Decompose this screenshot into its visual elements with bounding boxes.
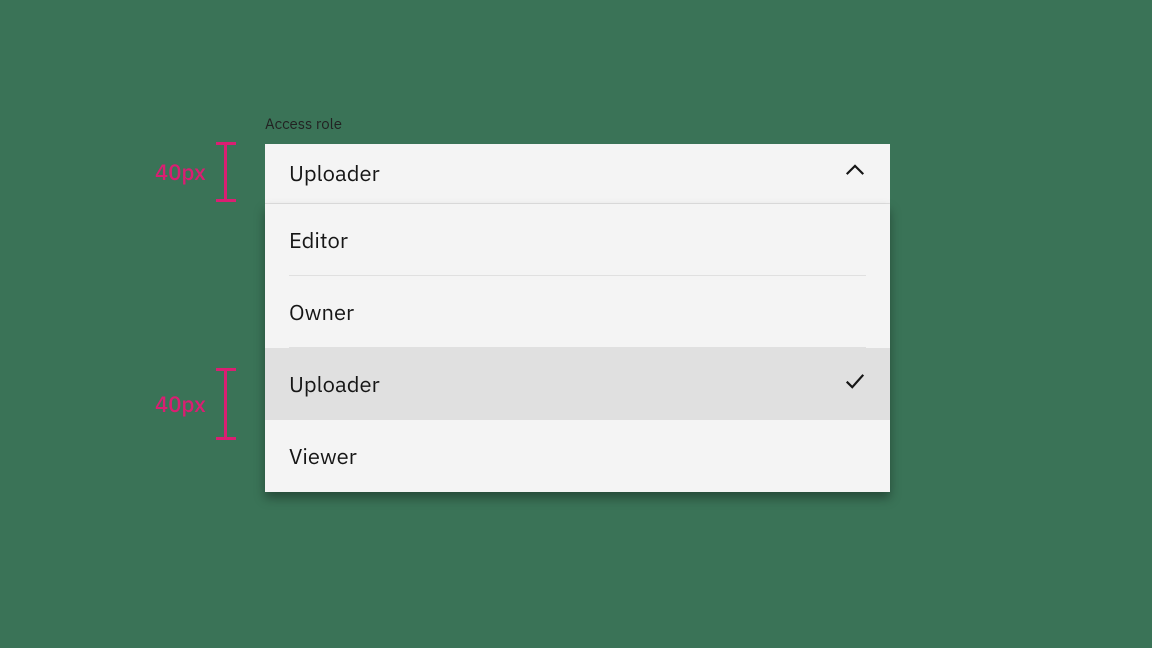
field-label: Access role <box>265 115 890 134</box>
dropdown-spec: Access role Uploader Editor Owner Upload… <box>265 115 890 492</box>
measurement-bracket-icon <box>216 368 236 440</box>
access-role-dropdown: Uploader Editor Owner Uploader Viewer <box>265 144 890 492</box>
dropdown-toggle[interactable]: Uploader <box>265 144 890 204</box>
option-label: Viewer <box>289 442 357 471</box>
measurement-toggle-height: 40px <box>155 142 236 202</box>
option-label: Owner <box>289 298 354 327</box>
measurement-label: 40px <box>155 390 206 419</box>
measurement-bracket-icon <box>216 142 236 202</box>
measurement-label: 40px <box>155 158 206 187</box>
dropdown-menu: Editor Owner Uploader Viewer <box>265 204 890 492</box>
dropdown-selected-value: Uploader <box>289 159 380 188</box>
measurement-option-height: 40px <box>155 368 236 440</box>
dropdown-option-editor[interactable]: Editor <box>265 204 890 276</box>
dropdown-option-owner[interactable]: Owner <box>265 276 890 348</box>
checkmark-icon <box>844 370 866 399</box>
chevron-up-icon <box>844 159 866 188</box>
option-label: Editor <box>289 226 348 255</box>
dropdown-option-uploader[interactable]: Uploader <box>265 348 890 420</box>
option-label: Uploader <box>289 370 380 399</box>
dropdown-option-viewer[interactable]: Viewer <box>265 420 890 492</box>
